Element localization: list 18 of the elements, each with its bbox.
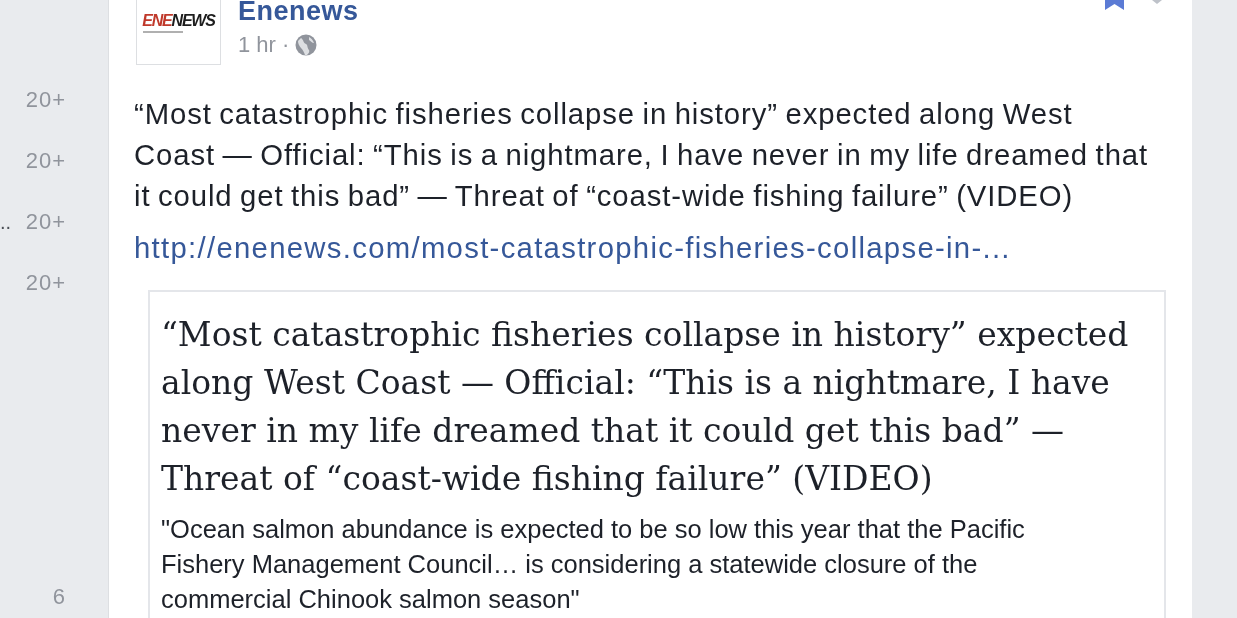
separator-dot: · — [281, 34, 290, 56]
count-text: 20+ — [25, 272, 66, 294]
post-link[interactable]: http://enenews.com/most-catastrophic-fisheries-collapse-in-... — [134, 233, 1011, 263]
bookmark-icon[interactable] — [1105, 0, 1124, 10]
count-text: 20+ — [25, 211, 66, 233]
logo-tagline-drawing — [143, 31, 183, 33]
preview-title: “Most catastrophic fisheries collapse in history” expected along West Coast — Official: “This is a nightmare, I have never in my life dreamed that it could get this bad” — Threat of “coast-wide fishing failure” (VIDEO) — [161, 314, 1130, 500]
page-name-link[interactable]: Enenews — [238, 0, 359, 22]
preview-description: "Ocean salmon abundance is expected to be so low this year that the Pacific Fishery Management Council… is considering a statewide closure of the commercial Chinook salmon season" — [161, 514, 1026, 615]
globe-icon — [295, 34, 318, 56]
link-preview-card[interactable] — [148, 290, 1166, 618]
count-text: 6 — [52, 586, 66, 608]
post-text: “Most catastrophic fisheries collapse in history” expected along West Coast — Official: “This is a nightmare, I have never in my life dreamed that it could get this bad” — Threat of “coast-wide fishing failure” (VIDEO) — [134, 96, 1150, 214]
truncated-label[interactable]: .. — [0, 212, 12, 232]
count-text: 20+ — [25, 150, 66, 172]
page-avatar[interactable]: ENENEWS — [136, 0, 221, 65]
count-text: 20+ — [25, 89, 66, 111]
avatar-logo-text: ENENEWS — [142, 13, 215, 29]
